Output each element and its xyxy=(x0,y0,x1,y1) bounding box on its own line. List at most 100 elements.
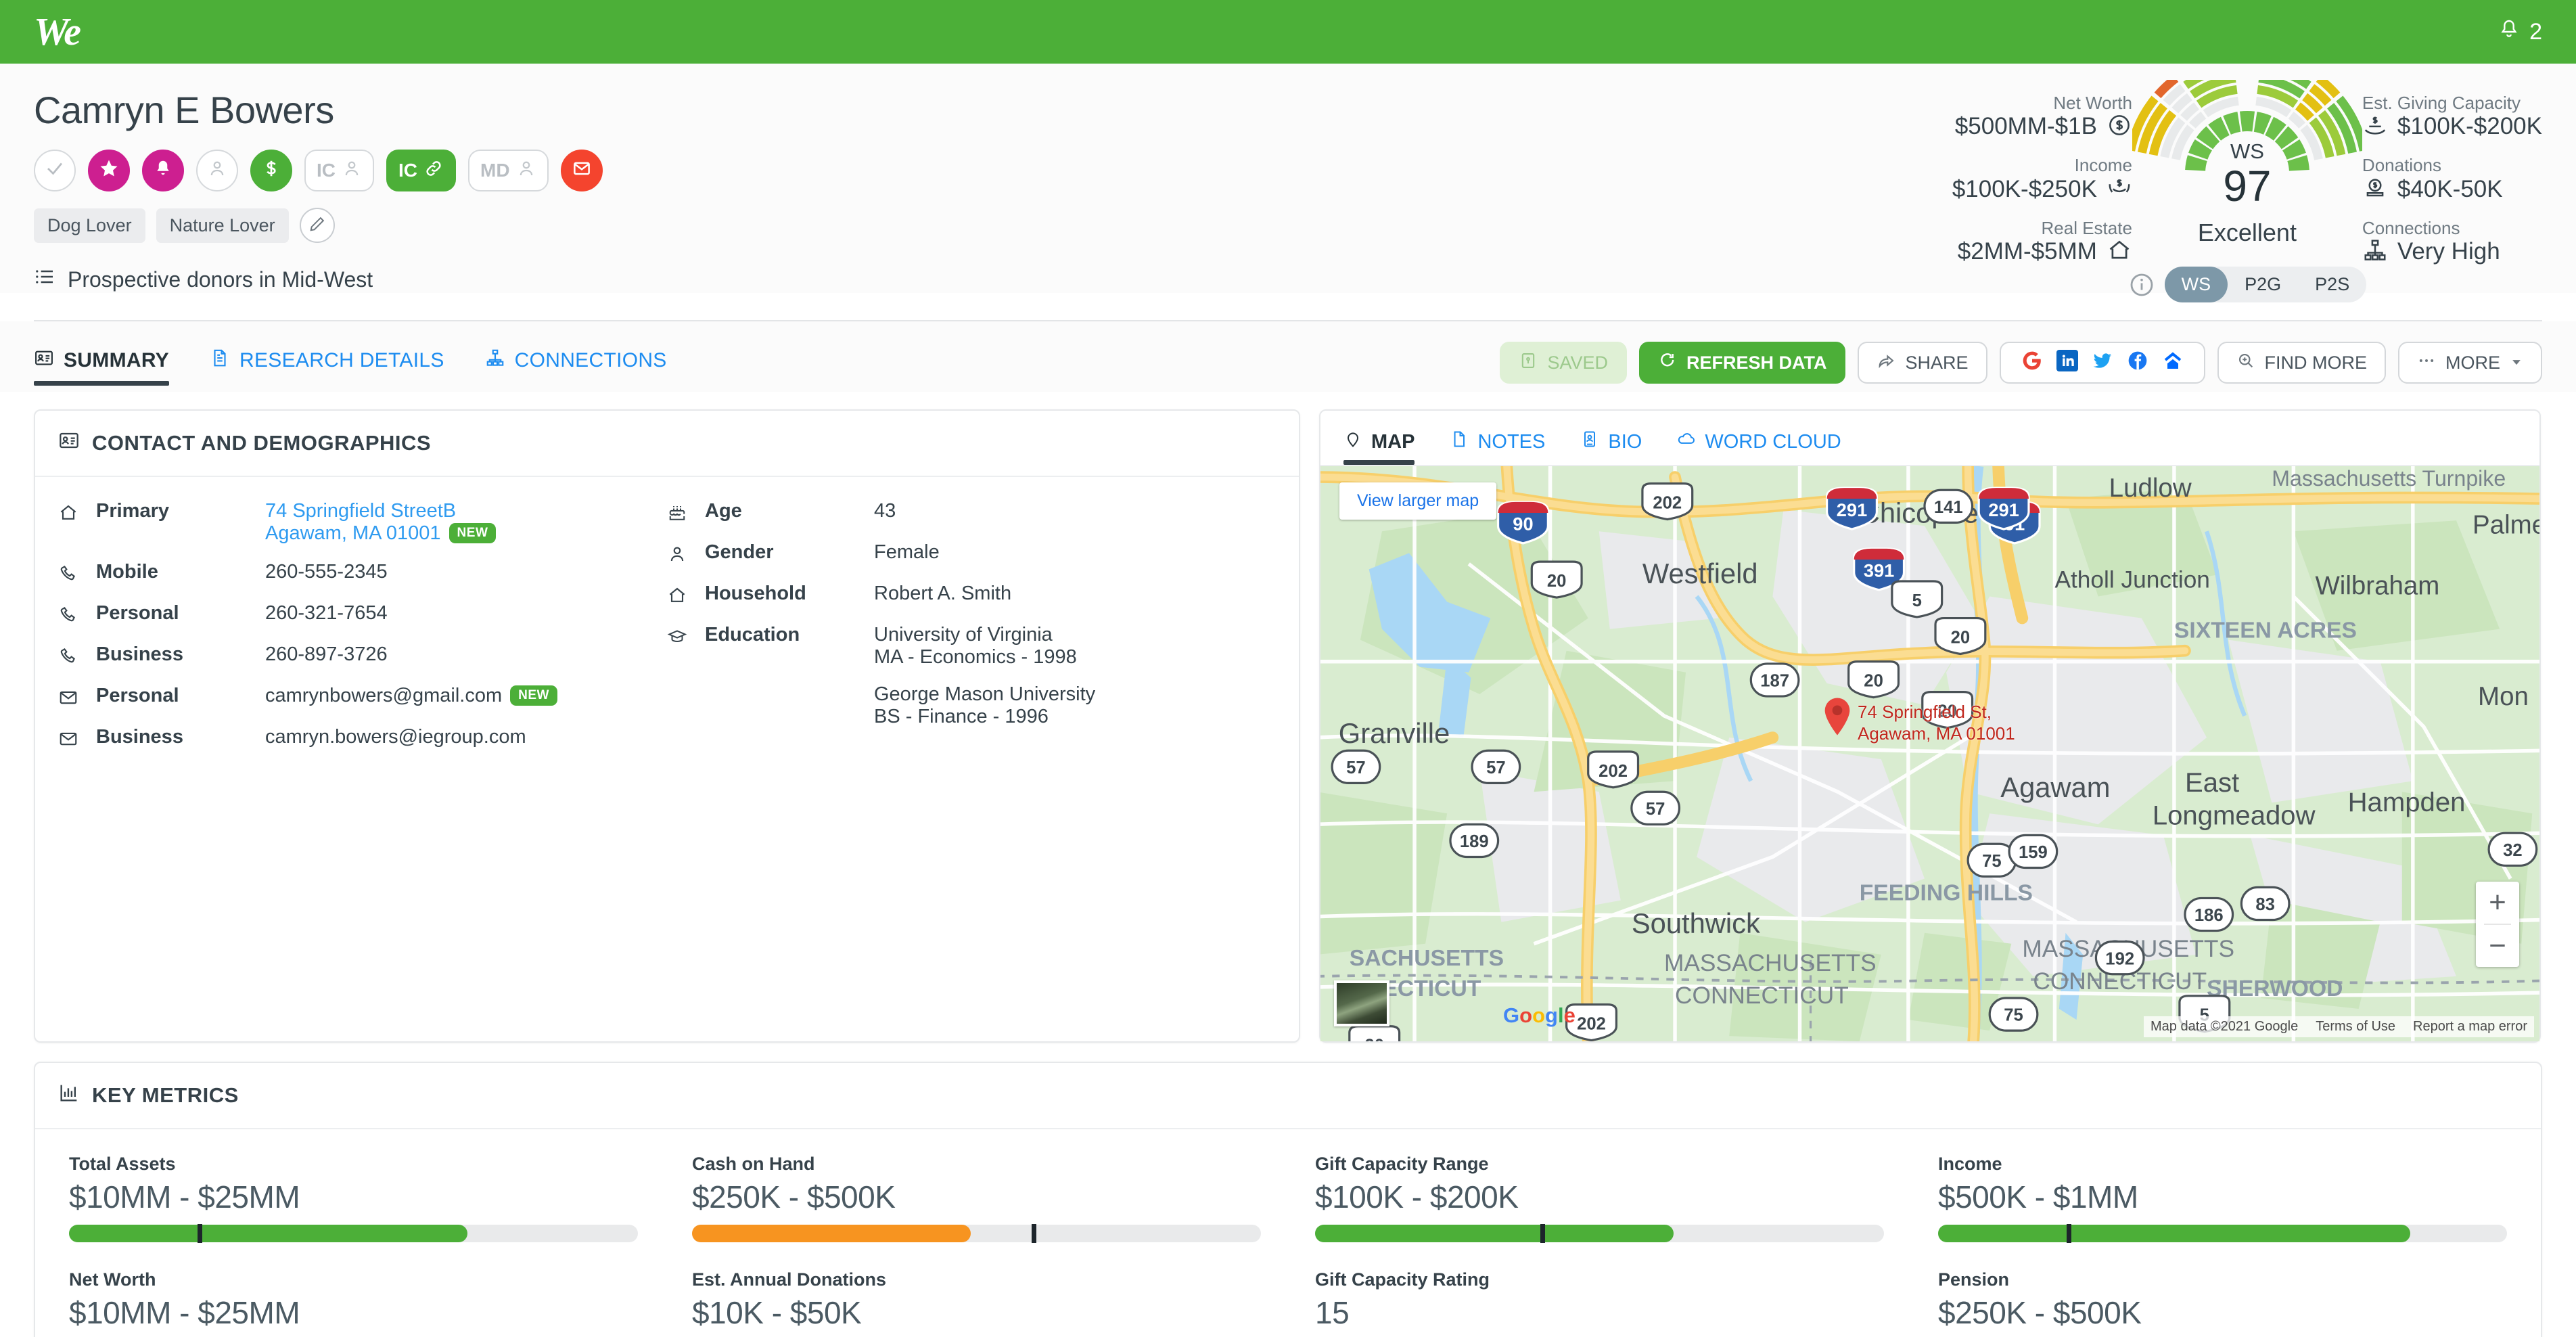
score-real-estate-label: Real Estate xyxy=(2041,217,2132,238)
segment-p2s[interactable]: P2S xyxy=(2298,267,2366,302)
zoom-out-button[interactable]: − xyxy=(2476,925,2519,967)
cloud-icon xyxy=(1677,430,1696,454)
facebook-icon[interactable] xyxy=(2127,350,2148,376)
info-icon[interactable] xyxy=(2128,271,2155,298)
svg-text:291: 291 xyxy=(1988,499,2019,520)
verified-badge[interactable] xyxy=(34,150,76,191)
share-button[interactable]: SHARE xyxy=(1858,342,1987,384)
street-view-thumbnail[interactable] xyxy=(1334,980,1389,1027)
report-map-error-link[interactable]: Report a map error xyxy=(2413,1019,2527,1035)
ic-person-badge-label: IC xyxy=(317,160,336,181)
main-tab-bar: SUMMARY RESEARCH DETAILS CONNECTIONS SAV… xyxy=(0,321,2576,392)
google-map[interactable]: Westfield Granville Southwick Chicopee Ludlo… xyxy=(1320,466,2539,1042)
metric-bar-tick xyxy=(1540,1224,1546,1244)
map-data-attribution: Map data ©2021 Google xyxy=(2150,1019,2299,1035)
zoom-in-button[interactable]: + xyxy=(2476,882,2519,924)
map-tab-word-cloud[interactable]: WORD CLOUD xyxy=(1677,430,1841,465)
terms-of-use-link[interactable]: Terms of Use xyxy=(2316,1019,2395,1035)
map-route-shield: 57 xyxy=(1630,790,1681,825)
tab-connections[interactable]: CONNECTIONS xyxy=(485,348,667,386)
score-income-label: Income xyxy=(2074,155,2132,176)
notifications-button[interactable]: 2 xyxy=(2498,18,2542,46)
find-more-button[interactable]: FIND MORE xyxy=(2217,342,2386,384)
coin-dollar-icon xyxy=(2107,112,2132,141)
twitter-icon[interactable] xyxy=(2092,350,2113,376)
ic-link-badge-label: IC xyxy=(398,160,417,181)
google-wordmark: Google xyxy=(1503,1003,1576,1028)
contact-row-mobile: Mobile 260-555-2345 xyxy=(58,561,667,587)
email-badge[interactable] xyxy=(560,150,603,191)
ic-link-badge[interactable]: IC xyxy=(386,150,456,191)
map-label: Wilbraham xyxy=(2315,571,2439,600)
svg-text:83: 83 xyxy=(2255,895,2275,914)
person-badge[interactable] xyxy=(196,150,238,191)
contact-value-primary[interactable]: 74 Springfield StreetB Agawam, MA 01001 N… xyxy=(265,500,497,546)
contact-card-title: CONTACT AND DEMOGRAPHICS xyxy=(92,431,432,455)
map-tab-notes[interactable]: NOTES xyxy=(1450,430,1545,465)
svg-text:75: 75 xyxy=(1982,852,2002,871)
score-net-worth-label: Net Worth xyxy=(2053,93,2132,113)
map-label: SACHUSETTS xyxy=(1350,946,1504,971)
map-label: Agawam xyxy=(2000,771,2110,803)
view-larger-map-button[interactable]: View larger map xyxy=(1339,482,1497,520)
score-net-worth-value: $500MM-$1B xyxy=(1954,113,2097,140)
map-label: Westfield xyxy=(1642,558,1758,589)
segment-p2g[interactable]: P2G xyxy=(2228,267,2298,302)
star-badge[interactable] xyxy=(88,150,130,191)
contact-right-column: Age 43 Gender Female Household Robert A.… xyxy=(667,500,1095,767)
map-canvas: WestfieldGranvilleSouthwickChicopeeLudlo… xyxy=(1320,466,2539,1042)
map-tab-map[interactable]: MAP xyxy=(1343,430,1415,465)
map-label: SIXTEEN ACRES xyxy=(2174,618,2357,643)
metric-bar-tick xyxy=(2067,1224,2072,1244)
score-net-worth: Net Worth $500MM-$1B xyxy=(1955,93,2132,141)
social-links-group xyxy=(1999,342,2205,384)
map-route-shield: 189 xyxy=(1449,823,1500,859)
phone-icon xyxy=(58,602,96,629)
zillow-icon[interactable] xyxy=(2162,350,2184,376)
demo-key-gender: Gender xyxy=(705,541,774,563)
map-tab-bio[interactable]: BIO xyxy=(1580,430,1642,465)
refresh-data-button[interactable]: REFRESH DATA xyxy=(1638,342,1846,384)
contact-value-mobile: 260-555-2345 xyxy=(265,561,388,583)
address-line-1: 74 Springfield StreetB xyxy=(265,500,457,522)
contact-row-personal-email: Personal camrynbowers@gmail.com NEW xyxy=(58,685,667,711)
svg-text:20: 20 xyxy=(1547,572,1567,591)
giving-hand-icon xyxy=(2362,112,2388,141)
map-tab-map-label: MAP xyxy=(1371,430,1415,453)
map-marker[interactable]: 74 Springfield St, Agawam, MA 01001 xyxy=(1822,696,2015,744)
ellipsis-icon xyxy=(2417,351,2436,375)
tab-summary[interactable]: SUMMARY xyxy=(34,348,169,386)
alert-badge[interactable] xyxy=(142,150,184,191)
donor-badge[interactable] xyxy=(250,150,292,191)
metric-gift-capacity-rating: Gift Capacity Rating 15 xyxy=(1315,1269,1884,1337)
saved-button[interactable]: SAVED xyxy=(1500,342,1627,384)
md-person-badge[interactable]: MD xyxy=(468,150,549,191)
tag-dog-lover[interactable]: Dog Lover xyxy=(34,208,145,243)
map-label: Southwick xyxy=(1632,907,1760,939)
tab-research-details[interactable]: RESEARCH DETAILS xyxy=(210,348,444,386)
edit-tags-button[interactable] xyxy=(299,208,335,243)
tag-nature-lover[interactable]: Nature Lover xyxy=(156,208,289,243)
map-route-shield: 90 xyxy=(1496,501,1549,545)
metric-income: Income $500K - $1MM xyxy=(1938,1154,2507,1244)
phone-icon xyxy=(58,561,96,587)
metric-label: Gift Capacity Range xyxy=(1315,1154,1489,1175)
app-logo[interactable]: We xyxy=(34,12,81,51)
top-navigation-bar: We 2 xyxy=(0,0,2576,64)
envelope-icon xyxy=(58,685,96,711)
google-icon[interactable] xyxy=(2021,350,2043,376)
more-button[interactable]: MORE xyxy=(2398,342,2542,384)
map-label: Ludlow xyxy=(2109,474,2192,503)
education-entry-1: University of Virginia MA - Economics - … xyxy=(874,624,1095,668)
ic-person-badge[interactable]: IC xyxy=(304,150,374,191)
segment-ws[interactable]: WS xyxy=(2164,267,2228,302)
linkedin-icon[interactable] xyxy=(2056,349,2078,376)
main-tabs: SUMMARY RESEARCH DETAILS CONNECTIONS xyxy=(34,348,667,386)
contact-key-business-email: Business xyxy=(96,726,183,748)
svg-text:186: 186 xyxy=(2194,906,2224,925)
refresh-icon xyxy=(1658,351,1677,375)
score-income-value: $100K-$250K xyxy=(1952,175,2097,202)
svg-text:202: 202 xyxy=(1598,762,1628,781)
find-more-label: FIND MORE xyxy=(2264,352,2368,373)
svg-text:20: 20 xyxy=(1951,628,1971,647)
